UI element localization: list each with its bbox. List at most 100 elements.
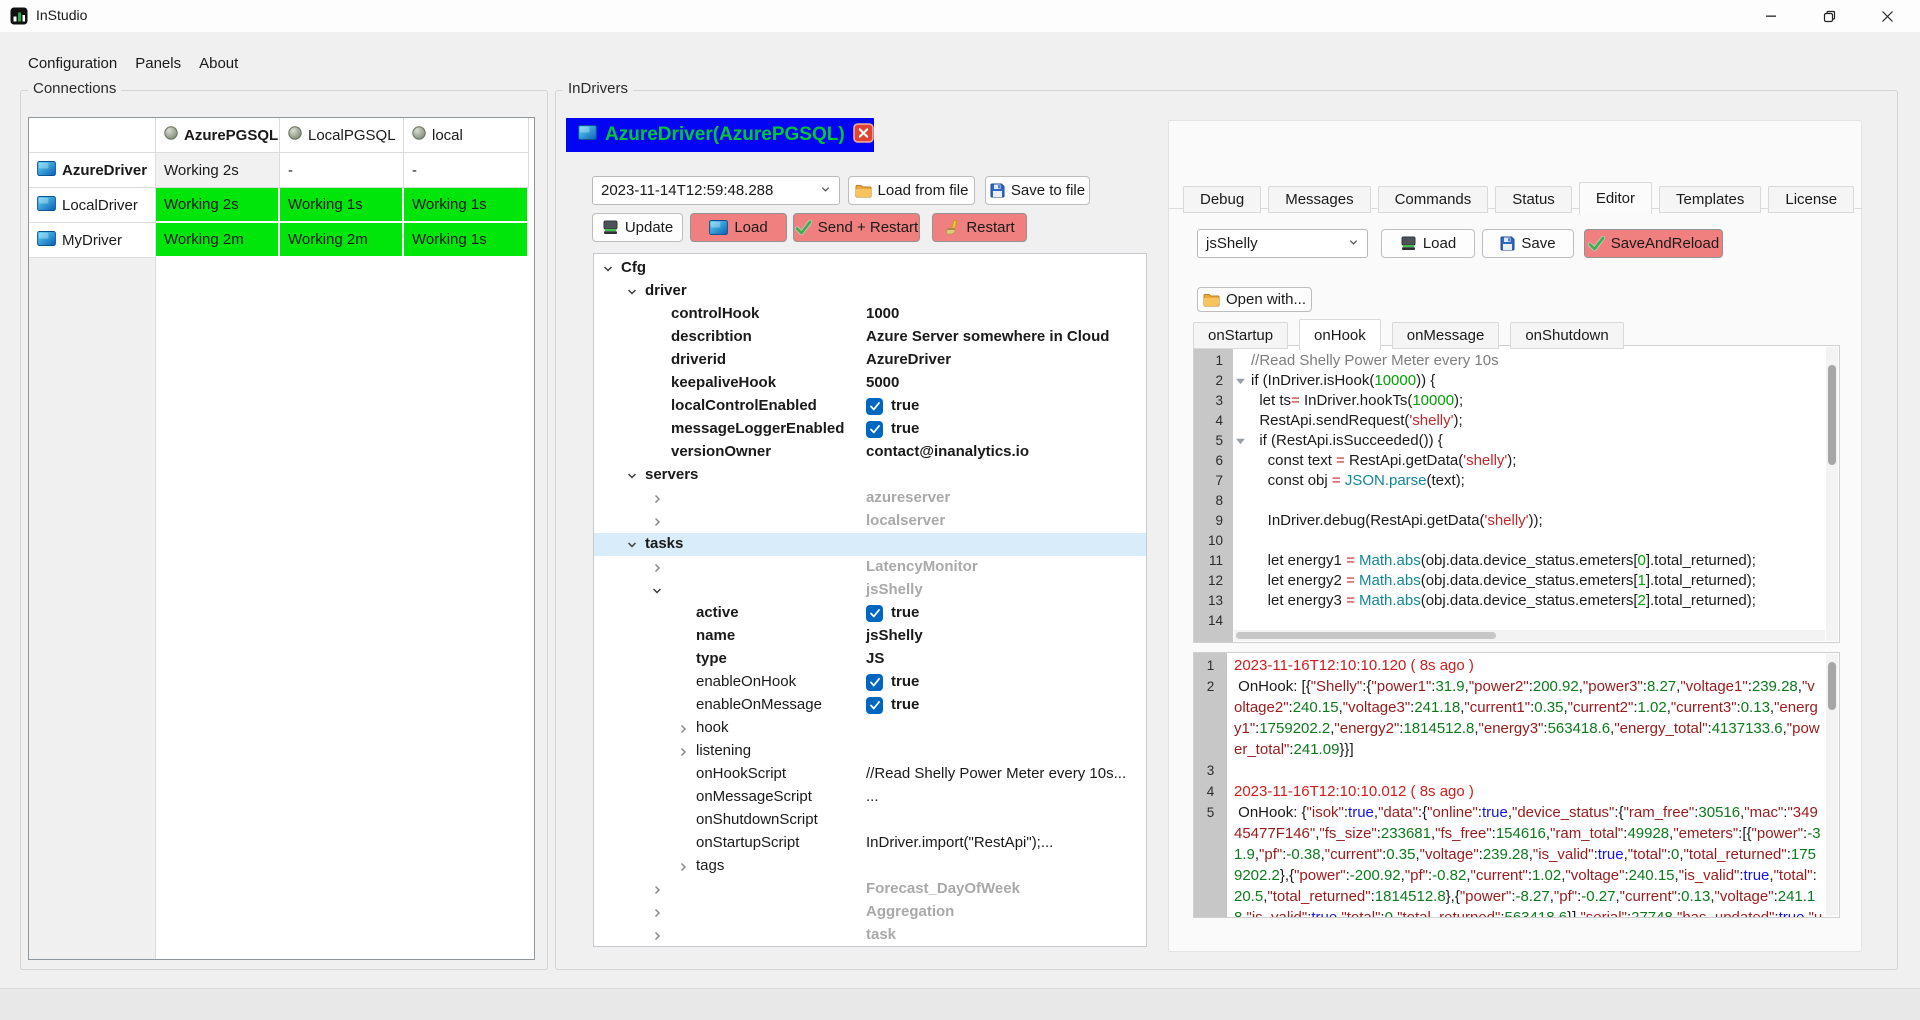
save-and-reload-button[interactable]: SaveAndReload (1584, 229, 1723, 258)
chevron-down-icon[interactable] (626, 538, 638, 555)
tab-debug[interactable]: Debug (1183, 186, 1261, 213)
tree-row-onShutdownScript[interactable]: onShutdownScript (594, 809, 1146, 832)
row-header-mydriver[interactable]: MyDriver (29, 223, 156, 258)
tree-row-active[interactable]: activetrue (594, 602, 1146, 625)
menu-item-configuration[interactable]: Configuration (28, 55, 117, 72)
tree-row-name[interactable]: namejsShelly (594, 625, 1146, 648)
status-cell[interactable]: Working 2s (156, 188, 280, 223)
minimize-button[interactable] (1748, 0, 1794, 32)
tree-row-enableOnMessage[interactable]: enableOnMessagetrue (594, 694, 1146, 717)
tree-row-servers[interactable]: servers (594, 464, 1146, 487)
chevron-down-icon[interactable] (626, 285, 638, 302)
chevron-down-icon[interactable] (626, 469, 638, 486)
tab-status[interactable]: Status (1495, 186, 1572, 213)
column-header-local[interactable]: local (404, 118, 529, 153)
status-cell[interactable]: Working 1s (280, 188, 404, 223)
tab-editor[interactable]: Editor (1579, 182, 1652, 214)
tree-row-Cfg[interactable]: Cfg (594, 257, 1146, 280)
chevron-right-icon[interactable] (651, 515, 663, 532)
tree-row-Forecast_DayOfWeek[interactable]: Forecast_DayOfWeek (594, 878, 1146, 901)
status-cell[interactable]: Working 2s (156, 153, 280, 188)
tab-commands[interactable]: Commands (1378, 186, 1489, 213)
checkbox-checked[interactable] (866, 398, 883, 415)
status-cell[interactable]: Working 1s (404, 223, 529, 258)
subtab-onhook[interactable]: onHook (1299, 319, 1381, 350)
tree-row-Aggregation[interactable]: Aggregation (594, 901, 1146, 924)
tree-row-LatencyMonitor[interactable]: LatencyMonitor (594, 556, 1146, 579)
tree-row-onMessageScript[interactable]: onMessageScript... (594, 786, 1146, 809)
editor-vertical-scrollbar[interactable] (1826, 347, 1838, 641)
status-cell[interactable]: Working 2m (156, 223, 280, 258)
save-to-file-button[interactable]: Save to file (985, 176, 1090, 205)
script-select[interactable]: jsShelly (1197, 229, 1368, 258)
tree-row-jsShelly[interactable]: jsShelly (594, 579, 1146, 602)
checkbox-checked[interactable] (866, 421, 883, 438)
load-button[interactable]: Load (690, 213, 787, 242)
status-cell[interactable]: Working 1s (404, 188, 529, 223)
tree-row-keepaliveHook[interactable]: keepaliveHook5000 (594, 372, 1146, 395)
restart-button[interactable]: Restart (932, 213, 1027, 242)
chevron-right-icon[interactable] (651, 492, 663, 509)
update-button[interactable]: Update (592, 213, 683, 242)
checkbox-checked[interactable] (866, 605, 883, 622)
column-header-azurepgsql[interactable]: AzurePGSQL (156, 118, 280, 153)
tab-close-icon[interactable] (853, 123, 874, 148)
chevron-down-icon[interactable] (651, 584, 663, 601)
tab-templates[interactable]: Templates (1659, 186, 1761, 213)
debug-output-log[interactable]: 12023-11-16T12:10:10.120 ( 8s ago )2 OnH… (1193, 652, 1840, 918)
editor-load-button[interactable]: Load (1381, 229, 1475, 258)
tree-row-tags[interactable]: tags (594, 855, 1146, 878)
tree-row-localControlEnabled[interactable]: localControlEnabledtrue (594, 395, 1146, 418)
tree-row-hook[interactable]: hook (594, 717, 1146, 740)
chevron-down-icon[interactable] (602, 262, 614, 279)
editor-save-button[interactable]: Save (1482, 229, 1574, 258)
tree-row-describtion[interactable]: describtionAzure Server somewhere in Clo… (594, 326, 1146, 349)
chevron-right-icon[interactable] (651, 929, 663, 946)
tab-azuredriver[interactable]: AzureDriver(AzurePGSQL) (566, 118, 874, 152)
chevron-right-icon[interactable] (677, 722, 689, 739)
tree-row-driver[interactable]: driver (594, 280, 1146, 303)
subtab-onmessage[interactable]: onMessage (1392, 322, 1500, 349)
menu-item-about[interactable]: About (199, 55, 238, 72)
tab-license[interactable]: License (1768, 186, 1854, 213)
chevron-right-icon[interactable] (677, 860, 689, 877)
subtab-onstartup[interactable]: onStartup (1193, 322, 1288, 349)
tree-row-azureserver[interactable]: azureserver (594, 487, 1146, 510)
open-with-button[interactable]: Open with... (1197, 287, 1312, 312)
checkbox-checked[interactable] (866, 674, 883, 691)
tree-row-onStartupScript[interactable]: onStartupScriptInDriver.import("RestApi"… (594, 832, 1146, 855)
restore-button[interactable] (1806, 0, 1852, 32)
row-header-azuredriver[interactable]: AzureDriver (29, 153, 156, 188)
tree-row-onHookScript[interactable]: onHookScript//Read Shelly Power Meter ev… (594, 763, 1146, 786)
menu-item-panels[interactable]: Panels (135, 55, 181, 72)
tree-row-listening[interactable]: listening (594, 740, 1146, 763)
status-cell[interactable]: - (404, 153, 529, 188)
chevron-right-icon[interactable] (651, 561, 663, 578)
tree-row-task[interactable]: task (594, 924, 1146, 947)
code-editor[interactable]: 1//Read Shelly Power Meter every 10s2if … (1193, 345, 1840, 643)
checkbox-checked[interactable] (866, 697, 883, 714)
send-restart-button[interactable]: Send + Restart (793, 213, 920, 242)
load-from-file-button[interactable]: Load from file (848, 176, 975, 205)
status-cell[interactable]: Working 2m (280, 223, 404, 258)
status-cell[interactable]: - (280, 153, 404, 188)
subtab-onshutdown[interactable]: onShutdown (1510, 322, 1623, 349)
version-select[interactable]: 2023-11-14T12:59:48.288 (592, 176, 840, 205)
column-header-localpgsql[interactable]: LocalPGSQL (280, 118, 404, 153)
tree-row-localserver[interactable]: localserver (594, 510, 1146, 533)
chevron-right-icon[interactable] (651, 906, 663, 923)
editor-horizontal-scrollbar[interactable] (1234, 630, 1825, 641)
tree-row-enableOnHook[interactable]: enableOnHooktrue (594, 671, 1146, 694)
tree-row-type[interactable]: typeJS (594, 648, 1146, 671)
tree-row-driverid[interactable]: driveridAzureDriver (594, 349, 1146, 372)
row-header-localdriver[interactable]: LocalDriver (29, 188, 156, 223)
log-vertical-scrollbar[interactable] (1826, 654, 1838, 916)
tree-row-tasks[interactable]: tasks (594, 533, 1146, 556)
tree-row-messageLoggerEnabled[interactable]: messageLoggerEnabledtrue (594, 418, 1146, 441)
chevron-right-icon[interactable] (677, 745, 689, 762)
tree-row-controlHook[interactable]: controlHook1000 (594, 303, 1146, 326)
tab-messages[interactable]: Messages (1268, 186, 1370, 213)
close-button[interactable] (1864, 0, 1910, 32)
tree-row-versionOwner[interactable]: versionOwnercontact@inanalytics.io (594, 441, 1146, 464)
chevron-right-icon[interactable] (651, 883, 663, 900)
